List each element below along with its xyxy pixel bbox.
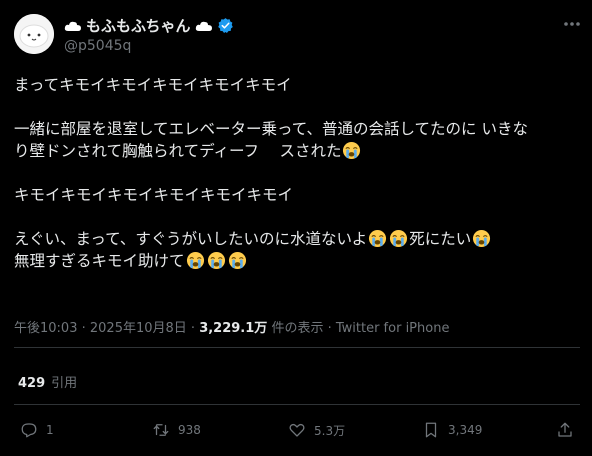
quotes-link[interactable]: 429 引用 [18, 372, 77, 391]
cloud-icon [195, 21, 212, 31]
loudly-crying-face-icon [207, 251, 225, 270]
retweet-icon [153, 424, 169, 436]
share-button[interactable] [556, 418, 574, 442]
tweet-line: キモイキモイキモイキモイキモイキモイ [14, 186, 294, 204]
tweet-line-text: り壁ドンされて胸触られてディーフ スされた [14, 142, 342, 160]
like-count: 5.3万 [314, 423, 346, 438]
views-label: 件の表示 [271, 321, 324, 336]
action-bar: 1 938 5.3万 3,349 [0, 418, 592, 442]
reply-count: 1 [46, 423, 54, 437]
meta-separator: · [190, 321, 200, 336]
tweet-line: 一緒に部屋を退室してエレベーター乗って、普通の会話してたのに いきな [14, 120, 528, 138]
tweet-source[interactable]: Twitter for iPhone [336, 321, 450, 336]
tweet-line: まってキモイキモイキモイキモイキモイ [14, 76, 292, 94]
bookmark-icon [425, 422, 437, 438]
verified-badge-icon[interactable] [217, 17, 234, 34]
quotes-label: 引用 [51, 376, 78, 391]
reply-button[interactable]: 1 [20, 418, 54, 442]
bookmark-count: 3,349 [448, 423, 483, 437]
meta-separator: · [327, 321, 336, 336]
tweet-date[interactable]: 2025年10月8日 [90, 321, 187, 336]
meta-separator: · [81, 321, 90, 336]
display-name[interactable]: もふもふちゃん [86, 15, 191, 36]
tweet-text: まってキモイキモイキモイキモイキモイ 一緒に部屋を退室してエレベーター乗って、普… [14, 74, 580, 272]
quotes-count: 429 [18, 376, 46, 391]
tweet-line: り壁ドンされて胸触られてディーフ スされた [14, 140, 580, 162]
loudly-crying-face-icon [343, 141, 361, 160]
author-handle[interactable]: @p5045q [64, 38, 131, 54]
tweet-time[interactable]: 午後10:03 [14, 321, 77, 336]
avatar[interactable] [14, 14, 54, 54]
retweet-button[interactable]: 938 [152, 418, 201, 442]
tweet-line: 無理すぎるキモイ助けて [14, 250, 580, 272]
tweet-meta: 午後10:03 · 2025年10月8日 · 3,229.1万 件の表示 · T… [14, 317, 449, 336]
views-count: 3,229.1万 [199, 321, 268, 336]
divider [14, 347, 580, 348]
loudly-crying-face-icon [186, 251, 204, 270]
more-options-icon[interactable] [562, 20, 582, 28]
reply-icon [21, 423, 37, 438]
tweet-line-text: 無理すぎるキモイ助けて [14, 252, 185, 270]
author-name-row[interactable]: もふもふちゃん [64, 15, 234, 36]
divider [14, 404, 580, 405]
heart-icon [289, 423, 305, 437]
bookmark-button[interactable]: 3,349 [422, 418, 482, 442]
retweet-count: 938 [178, 423, 201, 437]
loudly-crying-face-icon [369, 229, 387, 248]
tweet-line: えぐい、まって、すぐうがいしたいのに水道ないよ 死にたい [14, 228, 580, 250]
tweet-line-text: 死にたい [409, 230, 472, 248]
share-icon [558, 422, 572, 437]
cloud-icon [64, 21, 81, 31]
tweet-line-text: えぐい、まって、すぐうがいしたいのに水道ないよ [14, 230, 368, 248]
loudly-crying-face-icon [228, 251, 246, 270]
like-button[interactable]: 5.3万 [288, 418, 345, 442]
loudly-crying-face-icon [473, 229, 491, 248]
mofu-avatar-icon [14, 14, 54, 54]
loudly-crying-face-icon [390, 229, 408, 248]
